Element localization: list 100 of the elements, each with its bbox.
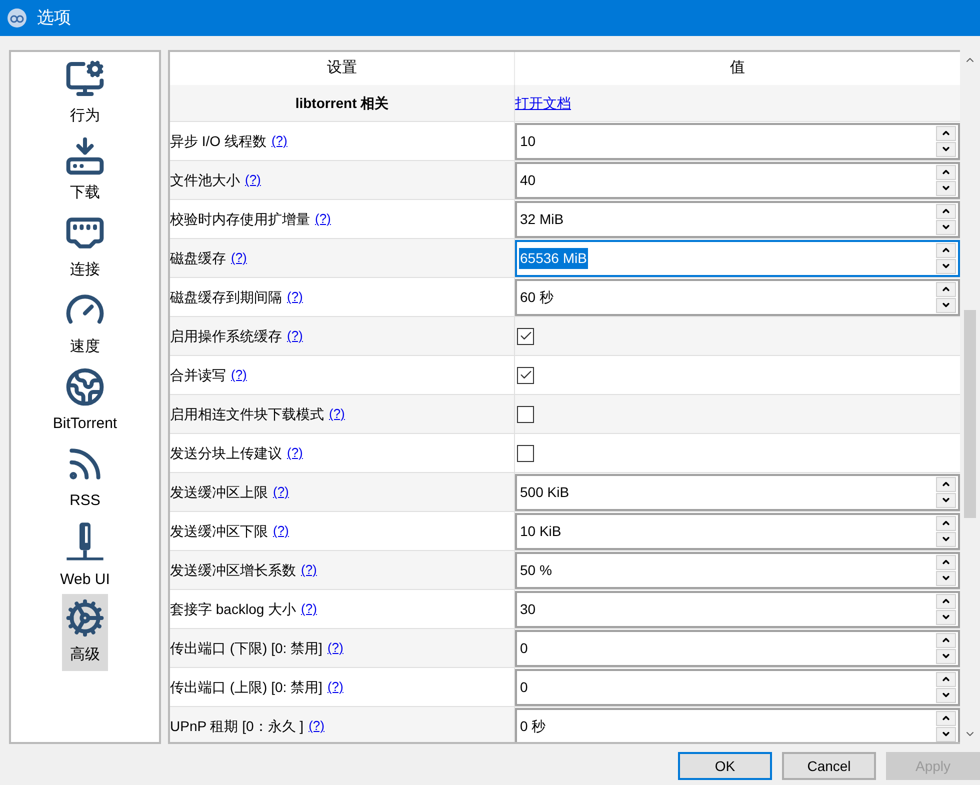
caret-up-icon — [941, 557, 951, 567]
sidebar-item[interactable]: RSS — [25, 440, 145, 517]
caret-down-icon — [941, 300, 951, 310]
sidebar-item[interactable]: BitTorrent — [25, 363, 145, 440]
help-link[interactable]: (?) — [287, 443, 303, 463]
spin-up-button[interactable] — [936, 242, 956, 258]
spin-up-button[interactable] — [936, 710, 956, 726]
spin-down-button[interactable] — [936, 610, 956, 624]
checkbox[interactable] — [517, 328, 534, 344]
setting-label: 传出端口 (下限) [0: 禁用] — [170, 638, 322, 658]
sidebar-item[interactable]: Web UI — [25, 517, 145, 594]
spin-value: 10 KiB — [519, 522, 562, 540]
sidebar-item[interactable]: 行为 — [25, 55, 145, 132]
help-link[interactable]: (?) — [273, 482, 289, 502]
help-link[interactable]: (?) — [231, 248, 247, 268]
caret-up-icon — [941, 518, 951, 528]
spin-box[interactable]: 60 秒 — [515, 278, 960, 316]
caret-down-icon — [941, 183, 951, 193]
sidebar-item[interactable]: 下载 — [25, 132, 145, 209]
spin-down-button[interactable] — [936, 648, 956, 664]
help-link[interactable]: (?) — [329, 404, 345, 424]
spin-box[interactable]: 10 — [515, 122, 960, 160]
spin-box[interactable]: 0 — [515, 630, 960, 666]
spin-up-button[interactable] — [936, 632, 956, 648]
setting-label: 套接字 backlog 大小 — [170, 600, 296, 619]
caret-down-icon — [941, 612, 951, 622]
caret-down-icon — [941, 729, 951, 739]
spin-up-button[interactable] — [936, 554, 956, 570]
checkbox[interactable] — [517, 406, 534, 422]
help-link[interactable]: (?) — [273, 521, 289, 541]
setting-label: UPnP 租期 [0：永久 ] — [170, 716, 304, 736]
checkbox[interactable] — [517, 444, 534, 462]
spin-box[interactable]: 65536 MiB — [515, 240, 960, 276]
help-link[interactable]: (?) — [271, 131, 288, 151]
help-link[interactable]: (?) — [315, 209, 331, 229]
spin-box[interactable]: 0 — [515, 668, 960, 706]
caret-up-icon — [941, 713, 951, 723]
spin-value: 500 KiB — [519, 482, 570, 502]
spin-box[interactable]: 10 KiB — [515, 512, 960, 550]
spin-value: 65536 MiB — [519, 248, 588, 268]
spin-down-button[interactable] — [936, 180, 956, 196]
spin-box[interactable]: 32 MiB — [515, 200, 960, 238]
help-link[interactable]: (?) — [287, 287, 303, 307]
caret-up-icon — [941, 596, 951, 606]
dialog-button[interactable]: Cancel — [782, 752, 876, 780]
caret-down-icon — [941, 261, 951, 271]
setting-label: 磁盘缓存到期间隔 — [170, 288, 282, 306]
spin-down-button[interactable] — [936, 298, 956, 312]
dialog-button[interactable]: OK — [678, 752, 772, 780]
spin-up-button[interactable] — [936, 282, 956, 296]
spin-down-button[interactable] — [936, 258, 956, 274]
caret-down-icon — [941, 651, 951, 661]
help-link[interactable]: (?) — [308, 716, 324, 736]
spin-up-button[interactable] — [936, 204, 956, 218]
scrollbar-thumb[interactable] — [964, 310, 976, 518]
help-link[interactable]: (?) — [327, 638, 344, 658]
caret-up-icon — [941, 167, 951, 177]
spin-up-button[interactable] — [936, 164, 956, 180]
help-link[interactable]: (?) — [287, 326, 303, 346]
spin-value: 0 — [519, 638, 529, 658]
sidebar-item[interactable]: 连接 — [25, 209, 145, 286]
spin-box[interactable]: 30 — [515, 590, 960, 628]
help-link[interactable]: (?) — [245, 170, 261, 190]
sidebar-item[interactable]: 高级 — [62, 594, 108, 671]
spin-down-button[interactable] — [936, 532, 956, 546]
open-docs-link[interactable]: 打开文档 — [515, 92, 571, 114]
caret-up-icon — [941, 128, 951, 138]
spin-value: 40 — [519, 170, 537, 190]
sidebar-item[interactable]: 速度 — [25, 286, 145, 363]
caret-down-icon — [941, 534, 951, 544]
spin-up-button[interactable] — [936, 672, 956, 686]
spin-down-button[interactable] — [936, 492, 956, 508]
setting-label: 发送缓冲区增长系数 — [170, 560, 296, 580]
spin-up-button[interactable] — [936, 126, 956, 140]
spin-up-button[interactable] — [936, 516, 956, 530]
help-link[interactable]: (?) — [301, 560, 317, 580]
help-link[interactable]: (?) — [231, 365, 247, 385]
help-link[interactable]: (?) — [301, 599, 317, 619]
spin-down-button[interactable] — [936, 726, 956, 742]
spin-down-button[interactable] — [936, 220, 956, 234]
setting-label: 发送缓冲区下限 — [170, 522, 268, 540]
spin-value: 50 % — [519, 560, 553, 580]
spin-box[interactable]: 500 KiB — [515, 474, 960, 510]
spin-down-button[interactable] — [936, 570, 956, 586]
caret-down-icon — [941, 573, 951, 583]
help-link[interactable]: (?) — [327, 677, 344, 697]
spin-up-button[interactable] — [936, 594, 956, 608]
spin-box[interactable]: 50 % — [515, 552, 960, 588]
spin-down-button[interactable] — [936, 688, 956, 702]
caret-up-icon — [941, 674, 951, 684]
spin-down-button[interactable] — [936, 142, 956, 156]
spin-value: 10 — [519, 132, 537, 150]
checkbox[interactable] — [517, 366, 534, 384]
spin-up-button[interactable] — [936, 476, 956, 492]
caret-down-icon — [941, 690, 951, 700]
spin-box[interactable]: 0 秒 — [515, 708, 960, 742]
setting-label: 校验时内存使用扩增量 — [170, 210, 310, 228]
caret-up-icon — [941, 479, 951, 489]
caret-down-icon — [941, 495, 951, 505]
spin-box[interactable]: 40 — [515, 162, 960, 198]
